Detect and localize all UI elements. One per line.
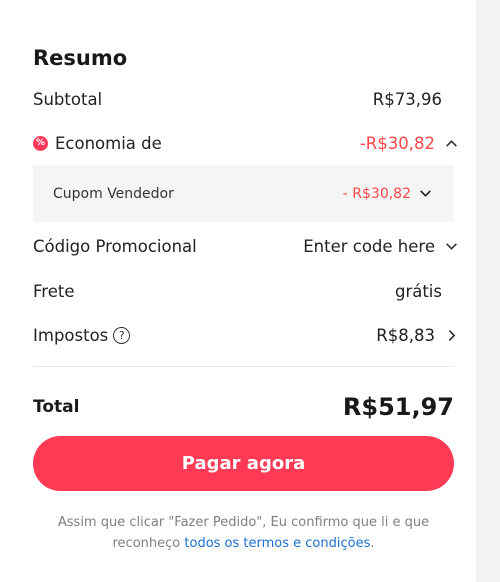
terms-link[interactable]: todos os termos e condições [184, 536, 370, 551]
help-icon[interactable]: ? [113, 326, 131, 344]
disclaimer-end: . [370, 536, 375, 551]
total-value: R$51,97 [342, 393, 454, 421]
promo-code-input[interactable]: Enter code here [303, 237, 435, 256]
total-row: Total R$51,97 [33, 390, 454, 424]
order-summary-card: Resumo Subtotal R$73,96 % Economia de -R… [0, 0, 476, 582]
divider [33, 366, 454, 367]
taxes-label-group: Impostos ? [33, 325, 131, 345]
taxes-row[interactable]: Impostos ? R$8,83 [33, 321, 461, 349]
chevron-up-icon[interactable] [441, 133, 461, 153]
seller-coupon-value-group: - R$30,82 [343, 184, 435, 204]
chevron-down-icon[interactable] [415, 184, 435, 204]
savings-label: Economia de [55, 133, 162, 153]
promo-code-label: Código Promocional [33, 236, 197, 256]
taxes-label: Impostos [33, 325, 109, 345]
promo-code-row[interactable]: Código Promocional Enter code here [33, 232, 461, 260]
seller-coupon-label: Cupom Vendedor [53, 185, 174, 202]
shipping-row: Frete grátis [33, 277, 461, 305]
terms-disclaimer: Assim que clicar "Fazer Pedido", Eu conf… [33, 512, 454, 554]
subtotal-row: Subtotal R$73,96 [33, 85, 461, 113]
savings-value: -R$30,82 [359, 133, 435, 153]
savings-badge-icon: % [33, 135, 48, 151]
taxes-value-group: R$8,83 [376, 325, 461, 345]
shipping-label: Frete [33, 281, 75, 301]
chevron-right-icon[interactable] [441, 325, 461, 345]
subtotal-value: R$73,96 [372, 89, 442, 109]
savings-row[interactable]: % Economia de -R$30,82 [33, 129, 461, 157]
seller-coupon-panel[interactable]: Cupom Vendedor - R$30,82 [33, 165, 454, 222]
savings-label-group: % Economia de [33, 134, 162, 153]
shipping-value: grátis [394, 281, 442, 301]
subtotal-label: Subtotal [33, 89, 103, 109]
promo-code-value-group: Enter code here [303, 236, 461, 256]
summary-title: Resumo [33, 46, 128, 70]
savings-value-group: -R$30,82 [360, 133, 461, 153]
chevron-down-icon[interactable] [441, 236, 461, 256]
taxes-value: R$8,83 [376, 325, 435, 345]
pay-now-button[interactable]: Pagar agora [33, 436, 454, 491]
seller-coupon-value: - R$30,82 [342, 185, 411, 202]
total-label: Total [33, 397, 80, 417]
